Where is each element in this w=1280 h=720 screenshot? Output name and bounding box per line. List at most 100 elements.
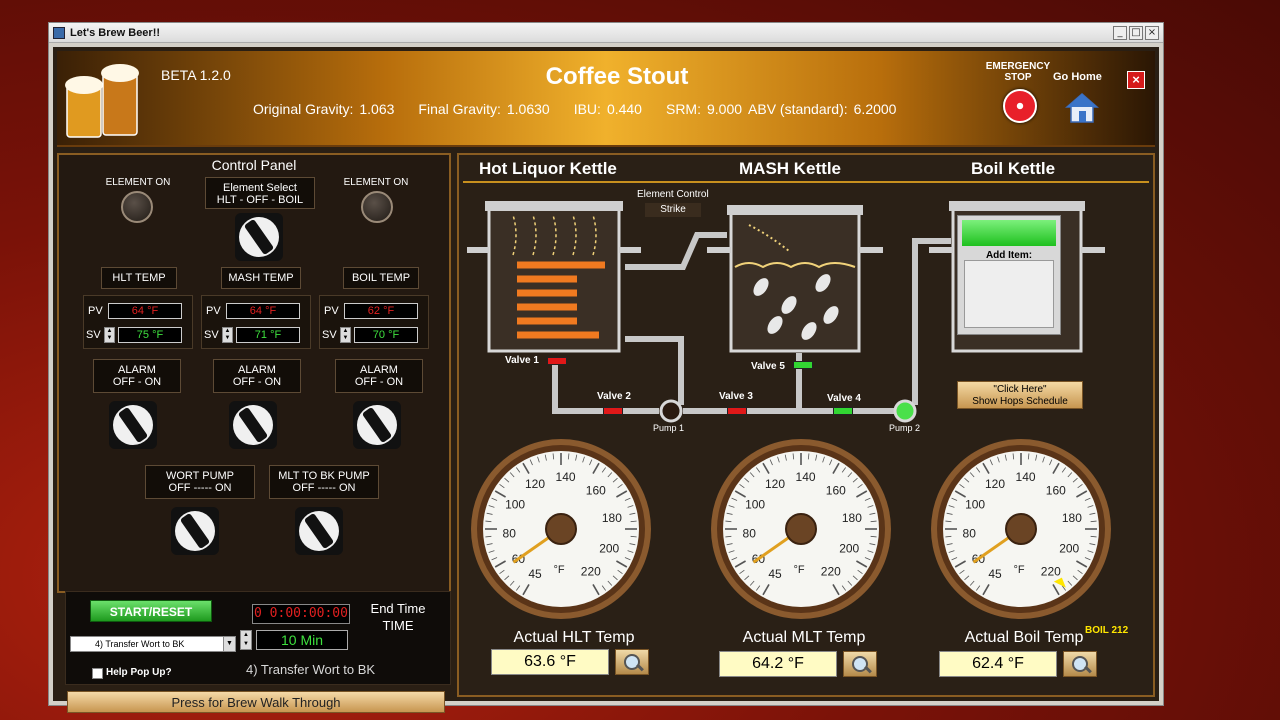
beer-glasses-logo <box>65 64 139 138</box>
element-select-options: HLT - OFF - BOIL <box>216 194 304 206</box>
chevron-down-icon[interactable]: ▼ <box>223 637 235 651</box>
boil-alarm-knob[interactable] <box>353 401 401 449</box>
mash-sv-spinner[interactable]: ▲ ▼ <box>222 327 233 343</box>
gauge-tick-label: 180 <box>602 511 622 525</box>
mash-temp-label: MASH TEMP <box>221 267 301 289</box>
step-control-panel: START/RESET 0 0:00:00:00 End Time TIME 4… <box>65 591 451 685</box>
pump-2-icon[interactable] <box>893 399 917 423</box>
mash-kettle <box>707 205 883 353</box>
gauge-tick-label: 100 <box>505 498 525 512</box>
close-window-button[interactable]: × <box>1145 25 1159 40</box>
hlt-alarm-box: ALARM OFF - ON <box>93 359 181 393</box>
fg-label: Final Gravity: <box>418 101 501 117</box>
start-reset-button[interactable]: START/RESET <box>90 600 212 622</box>
exit-button[interactable]: × <box>1127 71 1145 89</box>
gauge-tick-label: 100 <box>965 498 985 512</box>
gauge-tick-label: 100 <box>745 498 765 512</box>
srm-label: SRM: <box>665 101 701 117</box>
help-popup-label: Help Pop Up? <box>106 667 172 678</box>
gauge-tick-label: 160 <box>826 483 846 497</box>
gauge-tick-label: 120 <box>525 477 545 491</box>
gauge-tick-label: 80 <box>503 527 517 541</box>
mash-sv-value[interactable]: 71 °F <box>236 327 300 343</box>
boil-element-on-label: ELEMENT ON <box>343 177 409 188</box>
wort-pump-options: OFF ----- ON <box>168 482 232 494</box>
boil-sv-value[interactable]: 70 °F <box>354 327 418 343</box>
minutes-spinner[interactable]: ▲ ▼ <box>240 630 252 650</box>
gauge-tick-label: 80 <box>743 527 757 541</box>
boil-sv-spinner[interactable]: ▲ ▼ <box>340 327 351 343</box>
gauge-tick-label: 45 <box>768 567 782 581</box>
wort-pump-knob[interactable] <box>171 507 219 555</box>
hlt-sv-spinner[interactable]: ▲ ▼ <box>104 327 115 343</box>
minutes-value[interactable]: 10 Min <box>256 630 348 650</box>
fg-value: 1.0630 <box>506 101 550 117</box>
boil-sv-label: SV <box>322 329 337 341</box>
hlt-alarm-knob[interactable] <box>109 401 157 449</box>
valve-3[interactable] <box>727 407 747 415</box>
mlt-magnify-icon[interactable] <box>843 651 877 677</box>
hlt-pv-value: 64 °F <box>108 303 182 319</box>
hlt-kettle <box>467 201 641 353</box>
boil-alarm-label: ALARM <box>360 364 398 376</box>
home-icon[interactable] <box>1065 91 1099 125</box>
hlt-sv-value[interactable]: 75 °F <box>118 327 182 343</box>
gauge-tick-label: 200 <box>599 541 619 555</box>
hlt-alarm-label: ALARM <box>118 364 156 376</box>
boil-pv-label: PV <box>324 305 339 317</box>
mash-pv-label: PV <box>206 305 221 317</box>
control-panel: Control Panel ELEMENT ON ELEMENT ON Elem… <box>57 153 451 593</box>
strike-button[interactable]: Strike <box>645 203 701 217</box>
app-window: Let's Brew Beer!! _ □ × BETA 1.2.0 Coffe… <box>48 22 1164 713</box>
valve-4[interactable] <box>833 407 853 415</box>
boil-pv-value: 62 °F <box>344 303 418 319</box>
hlt-magnify-icon[interactable] <box>615 649 649 675</box>
element-select-knob[interactable] <box>235 213 283 261</box>
minimize-button[interactable]: _ <box>1113 25 1127 40</box>
help-popup-checkbox[interactable] <box>92 668 103 679</box>
recipe-title: Coffee Stout <box>545 63 689 90</box>
version-label: BETA 1.2.0 <box>161 67 231 83</box>
add-item-panel: Add Item: <box>957 215 1061 335</box>
hlt-gauge-label: Actual HLT Temp <box>513 629 635 646</box>
emergency-stop-button[interactable] <box>1003 89 1037 123</box>
gauge-tick-label: 200 <box>1059 541 1079 555</box>
gauge-tick-label: 140 <box>1016 470 1036 484</box>
header-banner: BETA 1.2.0 Coffee Stout Original Gravity… <box>57 51 1155 147</box>
mlt-gauge: 456080100120140160180200220°F <box>711 439 891 619</box>
control-panel-title: Control Panel <box>211 157 297 173</box>
end-time-value: TIME <box>382 618 414 633</box>
timer-display: 0 0:00:00:00 <box>252 604 350 624</box>
mash-pv-value: 64 °F <box>226 303 300 319</box>
gauge-tick-label: 45 <box>988 567 1002 581</box>
gauge-tick-label: 200 <box>839 541 859 555</box>
mlt-temp-value: 64.2 °F <box>719 651 837 677</box>
hlt-sv-label: SV <box>86 329 101 341</box>
boil-alarm-box: ALARM OFF - ON <box>335 359 423 393</box>
valve-4-label: Valve 4 <box>827 393 861 404</box>
ibu-label: IBU: <box>573 101 601 117</box>
hops-schedule-button[interactable]: "Click Here" Show Hops Schedule <box>957 381 1083 409</box>
wort-pump-label: WORT PUMP <box>165 470 235 482</box>
gauge-tick-label: 140 <box>556 470 576 484</box>
pump-1-label: Pump 1 <box>653 423 685 433</box>
valve-2-label: Valve 2 <box>597 391 631 402</box>
step-select[interactable]: 4) Transfer Wort to BK ▼ <box>70 636 236 652</box>
og-value: 1.063 <box>359 101 395 117</box>
boil-magnify-icon[interactable] <box>1063 651 1097 677</box>
hlt-alarm-options: OFF - ON <box>112 376 162 388</box>
pump-1-icon[interactable] <box>659 399 683 423</box>
valve-1[interactable] <box>547 357 567 365</box>
gauge-tick-label: 80 <box>963 527 977 541</box>
valve-2[interactable] <box>603 407 623 415</box>
hlt-temp-value: 63.6 °F <box>491 649 609 675</box>
hlt-pv-label: PV <box>88 305 103 317</box>
mash-alarm-knob[interactable] <box>229 401 277 449</box>
mlt-pump-knob[interactable] <box>295 507 343 555</box>
boil-element-lamp <box>361 191 393 223</box>
valve-5[interactable] <box>793 361 813 369</box>
brew-walk-through-button[interactable]: Press for Brew Walk Through <box>67 691 445 713</box>
maximize-button[interactable]: □ <box>1129 25 1143 40</box>
abv-label: ABV (standard): <box>748 101 848 117</box>
gauge-tick-label: 140 <box>796 470 816 484</box>
